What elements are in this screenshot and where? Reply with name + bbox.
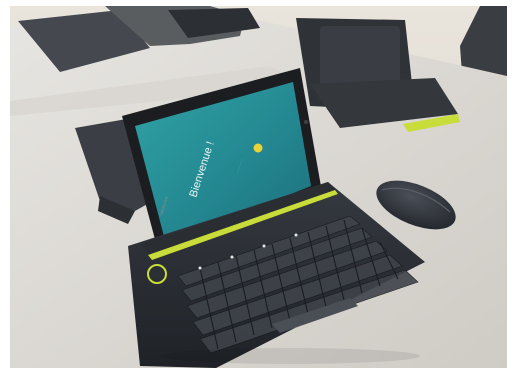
front-camera [304,120,308,124]
desk-scene: Bienvenue ! · · · · · · · · · SAMSUNG [10,6,507,368]
language-dot [253,143,263,153]
photo-frame: Bienvenue ! · · · · · · · · · SAMSUNG [0,0,514,374]
device-switch-dial-center [151,268,163,280]
photo: Bienvenue ! · · · · · · · · · SAMSUNG [10,6,507,368]
keyboard-shadow [160,348,420,364]
